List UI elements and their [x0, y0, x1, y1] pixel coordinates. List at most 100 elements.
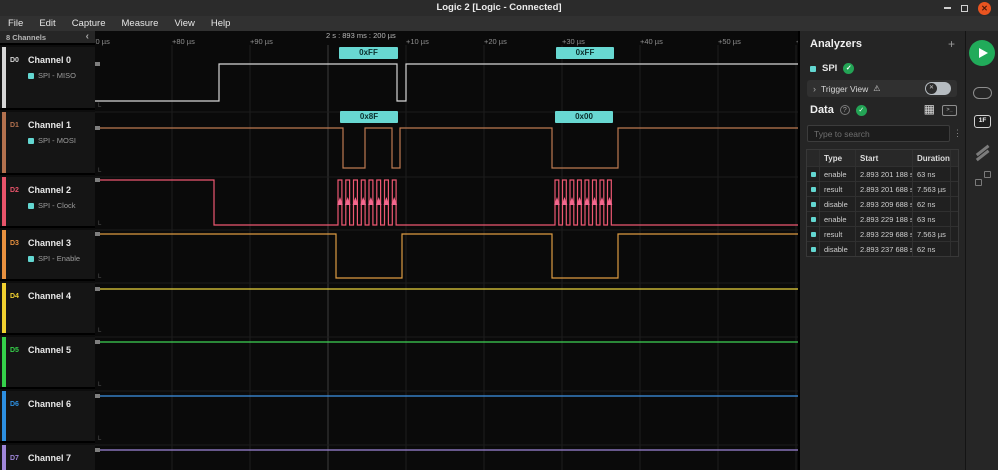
row-dot-icon — [810, 231, 816, 237]
low-level-marker: L — [98, 436, 102, 442]
timeline-ruler[interactable]: 2 s : 893 ms : 200 µs +70 µs +80 µs +90 … — [95, 31, 798, 46]
low-level-marker: L — [98, 274, 102, 280]
extensions-icon[interactable] — [975, 171, 991, 186]
menu-help[interactable]: Help — [211, 18, 231, 29]
menu-edit[interactable]: Edit — [39, 18, 55, 29]
trace-start-marker — [95, 178, 100, 182]
low-level-marker: L — [98, 221, 102, 227]
channel-id: D0 — [10, 57, 19, 64]
col-duration[interactable]: Duration — [912, 150, 950, 166]
start-capture-button[interactable] — [969, 40, 995, 66]
menu-file[interactable]: File — [8, 18, 23, 29]
analyzer-item-spi[interactable]: SPI ✓ — [810, 63, 855, 74]
device-icon[interactable] — [973, 87, 992, 99]
channel-name: Channel 6 — [28, 399, 72, 409]
trigger-view-row[interactable]: › Trigger View ⚠ ✕ — [807, 80, 957, 97]
channel-row-6[interactable]: D6 Channel 6 — [0, 391, 95, 443]
waveform-ch3-enable — [95, 233, 798, 279]
trace-start-marker — [95, 287, 100, 291]
time-marker: 2 s : 893 ms : 200 µs — [326, 31, 396, 40]
decoded-data-table: Type Start Duration enable 2.893 201 188… — [806, 149, 959, 257]
waveform-ch2-clock — [95, 179, 798, 226]
channel-id: D2 — [10, 187, 19, 194]
channel-color-stripe — [2, 177, 6, 226]
channel-row-1[interactable]: D1 Channel 1 SPI - MOSI — [0, 112, 95, 175]
channel-id: D3 — [10, 240, 19, 247]
channel-row-2[interactable]: D2 Channel 2 SPI - Clock — [0, 177, 95, 228]
trace-start-marker — [95, 394, 100, 398]
maximize-icon[interactable] — [961, 4, 968, 12]
close-icon[interactable]: ✕ — [978, 1, 991, 15]
spi-decode-bubble: 0x00 — [555, 111, 613, 123]
waveform-ch1-mosi — [95, 127, 798, 169]
channel-color-stripe — [2, 445, 6, 470]
col-type[interactable]: Type — [819, 150, 855, 166]
low-level-marker: L — [98, 328, 102, 334]
main-area: 8 Channels ‹ D0 Channel 0 SPI - MISO D1 … — [0, 31, 998, 470]
channel-name: Channel 1 — [28, 120, 72, 130]
minimize-icon[interactable] — [944, 7, 951, 9]
channel-row-0[interactable]: D0 Channel 0 SPI - MISO — [0, 47, 95, 110]
channel-color-stripe — [2, 337, 6, 387]
toggle-off-icon: ✕ — [926, 83, 937, 94]
channel-row-3[interactable]: D3 Channel 3 SPI - Enable — [0, 230, 95, 281]
add-analyzer-icon[interactable]: + — [948, 38, 955, 50]
trigger-view-toggle[interactable]: ✕ — [925, 82, 951, 95]
col-start[interactable]: Start — [855, 150, 912, 166]
data-ok-icon: ✓ — [855, 104, 867, 116]
kebab-menu-icon[interactable]: ⋮ — [953, 128, 962, 139]
help-icon[interactable]: ? — [839, 105, 850, 115]
search-input[interactable] — [807, 125, 950, 142]
menu-view[interactable]: View — [174, 18, 194, 29]
channel-row-4[interactable]: D4 Channel 4 — [0, 283, 95, 335]
table-row[interactable]: result 2.893 201 688 s 7.563 µs — [807, 181, 958, 196]
menu-capture[interactable]: Capture — [72, 18, 106, 29]
spi-decode-bubble: 0x8F — [340, 111, 398, 123]
trace-start-marker — [95, 340, 100, 344]
warning-icon: ⚠ — [873, 84, 881, 93]
channel-id: D6 — [10, 401, 19, 408]
channel-id: D5 — [10, 347, 19, 354]
table-view-icon[interactable]: ▦ — [924, 103, 935, 115]
waveform-viewport[interactable]: 2 s : 893 ms : 200 µs +70 µs +80 µs +90 … — [95, 31, 798, 470]
channel-role: SPI - Enable — [38, 254, 81, 263]
terminal-view-icon[interactable]: >_ — [942, 105, 957, 116]
spi-decode-bubble: 0xFF — [556, 47, 614, 59]
menu-bar: File Edit Capture Measure View Help — [0, 16, 998, 31]
channel-name: Channel 3 — [28, 238, 72, 248]
channel-row-7[interactable]: D7 Channel 7 — [0, 445, 95, 470]
trace-start-marker — [95, 232, 100, 236]
table-row[interactable]: result 2.893 229 688 s 7.563 µs — [807, 226, 958, 241]
channel-color-stripe — [2, 112, 6, 173]
table-row[interactable]: enable 2.893 201 188 s 63 ns — [807, 166, 958, 181]
channels-header: 8 Channels ‹ — [0, 31, 95, 45]
table-row[interactable]: enable 2.893 229 188 s 63 ns — [807, 211, 958, 226]
waveform-canvas[interactable] — [95, 45, 798, 470]
title-bar: Logic 2 [Logic - Connected] ✕ — [0, 0, 998, 16]
chevron-right-icon[interactable]: › — [813, 84, 816, 94]
channel-color-stripe — [2, 391, 6, 441]
channel-id: D1 — [10, 122, 19, 129]
channel-id: D4 — [10, 293, 19, 300]
channel-color-stripe — [2, 283, 6, 333]
measure-icon[interactable] — [974, 144, 991, 161]
trace-start-marker — [95, 62, 100, 66]
table-row[interactable]: disable 2.893 209 688 s 62 ns — [807, 196, 958, 211]
side-toolbar: 1F — [965, 31, 998, 470]
analyzer-dot-icon — [28, 255, 34, 262]
analyzers-panel: Analyzers + SPI ✓ › Trigger View ⚠ ✕ Dat… — [800, 31, 965, 470]
channel-role: SPI - MOSI — [38, 136, 76, 145]
channel-row-5[interactable]: D5 Channel 5 — [0, 337, 95, 389]
spi-decode-bubble: 0xFF — [339, 47, 398, 59]
menu-measure[interactable]: Measure — [122, 18, 159, 29]
table-row[interactable]: disable 2.893 237 688 s 62 ns — [807, 241, 958, 256]
analyzers-title: Analyzers — [810, 38, 862, 50]
waveform-ch0-miso — [95, 63, 798, 102]
row-dot-icon — [810, 216, 816, 222]
collapse-sidebar-icon[interactable]: ‹ — [86, 32, 89, 42]
capture-mode-icon[interactable]: 1F — [974, 115, 991, 128]
channel-name: Channel 5 — [28, 345, 72, 355]
analyzer-dot-icon — [28, 202, 34, 209]
data-title: Data — [810, 104, 834, 116]
analyzer-label: SPI — [822, 63, 838, 74]
